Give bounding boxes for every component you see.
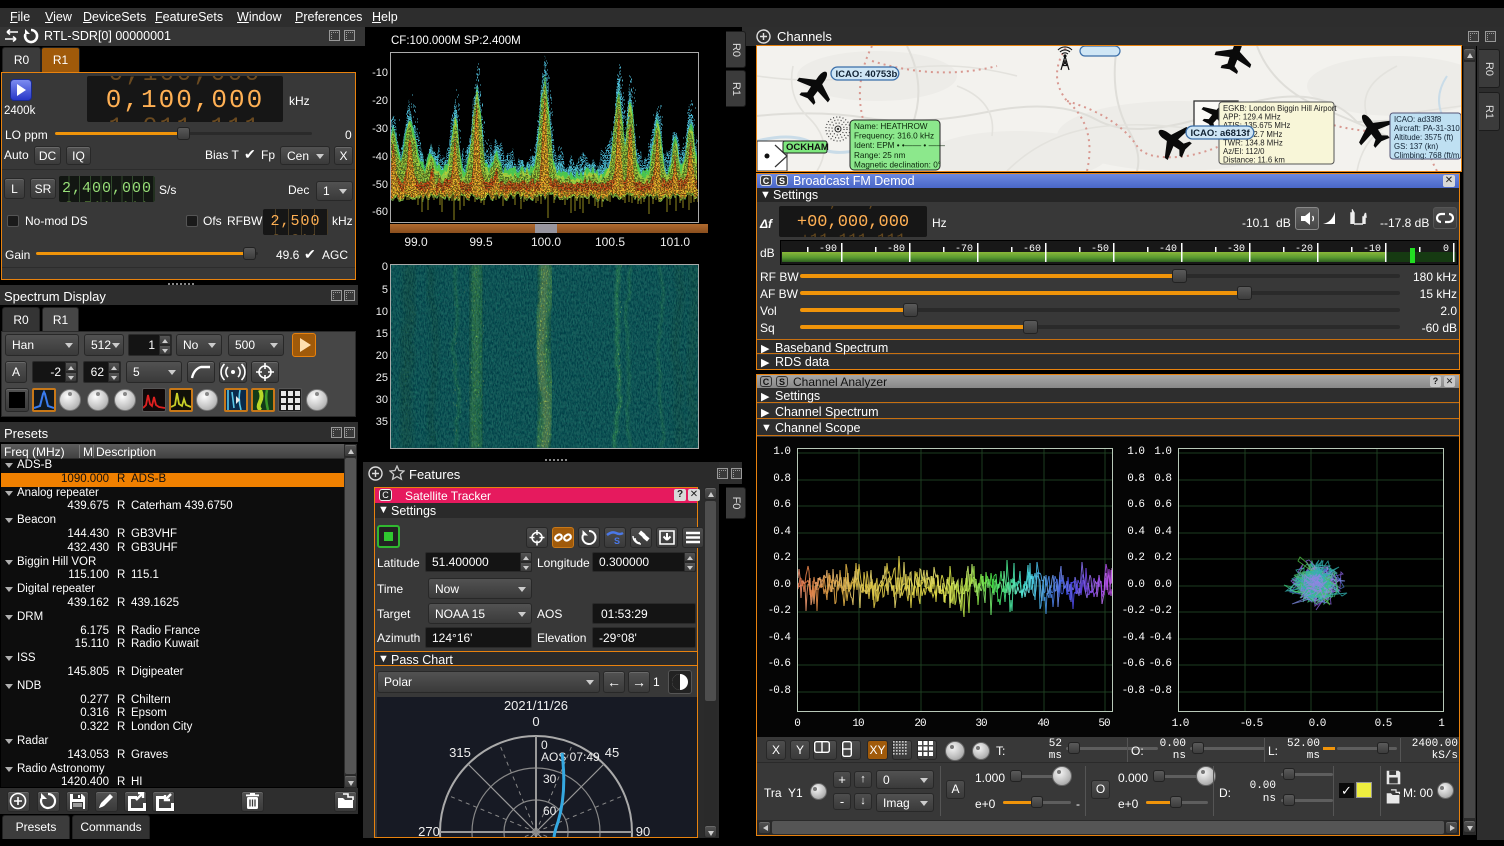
svg-text:315: 315: [449, 745, 471, 760]
svg-text:Climbing: 768 (ft/m: Climbing: 768 (ft/m: [1394, 151, 1459, 160]
svg-text:Aircraft: PA-31-310: Aircraft: PA-31-310: [1394, 124, 1460, 133]
svg-text:-80: -80: [887, 244, 905, 255]
svg-text:Ident: EPM • •—— • ——: Ident: EPM • •—— • ——: [854, 141, 946, 150]
svg-text:Range: 25 nm: Range: 25 nm: [854, 151, 906, 160]
svg-text:60: 60: [543, 804, 557, 818]
svg-text:90: 90: [636, 824, 650, 837]
svg-text:-30: -30: [1227, 244, 1245, 255]
svg-text:0: 0: [532, 714, 539, 729]
svg-text:OCKHAM: OCKHAM: [786, 142, 829, 153]
svg-text:ICAO: ad33f8: ICAO: ad33f8: [1394, 115, 1441, 124]
svg-text:Name: HEATHROW: Name: HEATHROW: [854, 122, 928, 131]
svg-text:-70: -70: [955, 244, 973, 255]
svg-text:GS: 137 (kn): GS: 137 (kn): [1394, 142, 1439, 151]
svg-text:Magnetic declination: 0°: Magnetic declination: 0°: [854, 160, 941, 169]
svg-text:-40: -40: [1159, 244, 1177, 255]
svg-text:-20: -20: [1295, 244, 1313, 255]
svg-text:270: 270: [418, 824, 440, 837]
svg-text:-50: -50: [1091, 244, 1109, 255]
svg-text:45: 45: [605, 745, 619, 760]
svg-text:ICAO: 40753b: ICAO: 40753b: [836, 69, 898, 80]
svg-text:Distance: 11.6 km: Distance: 11.6 km: [1223, 156, 1285, 165]
svg-text:S: S: [614, 536, 620, 546]
svg-text:2021/11/26: 2021/11/26: [504, 698, 568, 713]
svg-text:30: 30: [543, 772, 557, 786]
svg-text:-60: -60: [1023, 244, 1041, 255]
svg-text:0: 0: [1443, 244, 1449, 255]
svg-text:ICAO: a6813f: ICAO: a6813f: [1191, 128, 1251, 139]
svg-text:Altitude: 3575 (ft): Altitude: 3575 (ft): [1394, 133, 1454, 142]
svg-text:Frequency: 316.0 kHz: Frequency: 316.0 kHz: [854, 132, 934, 141]
svg-text:AOS 07:49: AOS 07:49: [541, 750, 600, 764]
svg-text:-90: -90: [819, 244, 837, 255]
svg-text:-10: -10: [1363, 244, 1381, 255]
